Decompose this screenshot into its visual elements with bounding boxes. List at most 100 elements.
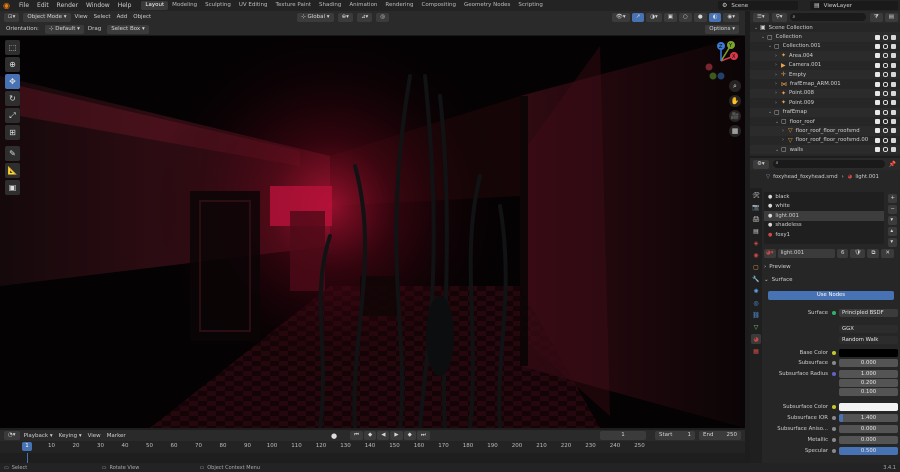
exclude-checkbox-icon[interactable] [875,72,880,78]
radius-z-field[interactable]: 0.100 [839,387,898,396]
exclude-checkbox-icon[interactable] [875,81,880,87]
material-shading-icon[interactable]: ◐ [708,13,722,22]
render-camera-icon[interactable] [891,81,896,87]
radius-y-field[interactable]: 0.200 [839,378,898,387]
particles-tab-icon[interactable]: ✺ [751,286,761,296]
snap-button[interactable]: ⊿▾ [356,12,373,22]
outliner-item[interactable]: › ⋈ frafEmap_ARM.001 [750,79,900,88]
new-collection-icon[interactable]: ▤ [884,12,898,22]
solid-shading-icon[interactable]: ● [693,13,707,22]
transform-icon[interactable]: ⊞ [5,125,20,140]
menu-render[interactable]: Render [53,2,82,9]
blender-logo-icon[interactable]: ◉ [3,1,15,10]
modifier-tab-icon[interactable]: 🔧 [751,274,761,284]
exclude-checkbox-icon[interactable] [875,100,880,106]
eye-icon[interactable] [883,53,888,59]
view-layer-selector[interactable]: ▤ ViewLayer [810,1,898,10]
transform-orientation-dropdown[interactable]: ⊹ Global ▾ [297,12,334,22]
view-layer-tab-icon[interactable]: ▤ [751,226,761,236]
eye-icon[interactable] [883,43,888,49]
viewport-menu-add[interactable]: Add [117,14,128,20]
outliner-item[interactable]: ⌄ ▢ floor_roof [750,117,900,126]
subsurface-method-dropdown[interactable]: Random Walk [839,335,898,344]
exclude-checkbox-icon[interactable] [875,34,880,40]
outliner-editor-type-button[interactable]: ☰▾ [753,12,769,22]
user-count[interactable]: 6 [836,248,849,258]
base-color-swatch[interactable] [839,348,898,357]
menu-window[interactable]: Window [82,2,114,9]
remove-slot-icon[interactable]: − [888,205,897,214]
outliner-item[interactable]: › ✦ Point.008 [750,88,900,99]
timeline-menu-marker[interactable]: Marker [107,433,126,439]
render-camera-icon[interactable] [891,109,896,115]
add-cube-icon[interactable]: ▣ [5,180,20,195]
tab-modeling[interactable]: Modeling [168,1,201,10]
playhead-marker[interactable]: 1 [22,442,32,451]
tab-layout[interactable]: Layout [141,1,169,10]
prev-keyframe-icon[interactable]: ◆ [363,431,377,440]
options-dropdown[interactable]: Options ▾ [705,25,739,34]
proportional-edit-button[interactable]: ◎ [376,12,390,22]
tool-tab-icon[interactable]: 🛠 [751,190,761,200]
eye-icon[interactable] [883,72,888,78]
xray-icon[interactable]: ▣ [663,13,677,22]
eye-icon[interactable] [883,119,888,125]
move-up-icon[interactable]: ▴ [888,227,897,236]
outliner-item[interactable]: › ▶ Camera.001 [750,61,900,70]
output-tab-icon[interactable]: 🖨 [751,214,761,224]
render-camera-icon[interactable] [891,72,896,78]
eye-icon[interactable] [883,81,888,87]
play-icon[interactable]: ▶ [390,431,403,440]
texture-tab-icon[interactable]: ▦ [751,346,761,356]
pan-hand-icon[interactable]: ✋ [729,95,741,107]
gizmo-toggle-icon[interactable]: ↗ [631,13,645,22]
subsurface-aniso-field[interactable]: 0.000 [839,424,898,433]
slot-menu-icon[interactable]: ▾ [888,216,897,225]
outliner-search-input[interactable]: ⌕ [789,13,866,21]
render-camera-icon[interactable] [891,137,896,143]
object-tab-icon[interactable]: ▢ [751,262,761,272]
orientation-dropdown[interactable]: ⊹ Default ▾ [44,24,84,34]
unlink-icon[interactable]: ✕ [881,248,894,258]
tab-texture-paint[interactable]: Texture Paint [272,1,316,10]
material-tab-icon[interactable]: ◕ [751,334,761,344]
preview-panel-header[interactable]: › Preview [764,264,791,270]
camera-view-icon[interactable]: 🎥 [729,110,741,122]
material-slot[interactable]: ● black [764,192,884,202]
outliner-filter-icon[interactable]: ⚲▾ [771,12,787,22]
physics-tab-icon[interactable]: ◎ [751,298,761,308]
outliner-item[interactable]: › ▽ floor_roof_floor_roofsmd [750,126,900,136]
exclude-checkbox-icon[interactable] [875,137,880,143]
fake-user-icon[interactable]: 🛡 [850,248,866,258]
render-camera-icon[interactable] [891,147,896,153]
outliner-item[interactable]: ⌄ ▢ frafEmap [750,107,900,117]
move-down-icon[interactable]: ▾ [888,238,897,247]
eye-icon[interactable] [883,100,888,106]
navigation-gizmo[interactable]: X Y Z [700,40,742,82]
timeline-menu-view[interactable]: View [88,433,101,439]
jump-start-icon[interactable]: ⏮ [350,431,363,440]
render-camera-icon[interactable] [891,53,896,59]
next-keyframe-icon[interactable]: ◆ [403,431,416,440]
outliner-item[interactable]: ⌄ ▢ Collection.001 [750,42,900,51]
surface-shader-field[interactable]: Principled BSDF [839,308,898,317]
exclude-checkbox-icon[interactable] [875,128,880,134]
record-icon[interactable]: ● [331,432,337,440]
outliner-item[interactable]: › ✦ Point.009 [750,98,900,107]
wireframe-shading-icon[interactable]: ○ [679,13,692,22]
duplicate-icon[interactable]: ⧉ [867,248,880,258]
visibility-icon[interactable]: 👁▾ [611,13,630,22]
tab-compositing[interactable]: Compositing [418,1,460,10]
tab-sculpting[interactable]: Sculpting [201,1,235,10]
scale-icon[interactable]: ⤢ [5,108,20,123]
viewport-menu-select[interactable]: Select [94,14,111,20]
select-box-icon[interactable]: ⬚ [5,40,20,55]
tab-scripting[interactable]: Scripting [514,1,546,10]
constraints-tab-icon[interactable]: ⛓ [751,310,761,320]
3d-viewport[interactable] [0,36,745,428]
outliner-item[interactable]: › ✦ Area.004 [750,51,900,61]
metallic-field[interactable]: 0.000 [839,435,898,444]
data-tab-icon[interactable]: ▽ [751,322,761,332]
menu-edit[interactable]: Edit [33,2,53,9]
measure-icon[interactable]: 📐 [5,163,20,178]
